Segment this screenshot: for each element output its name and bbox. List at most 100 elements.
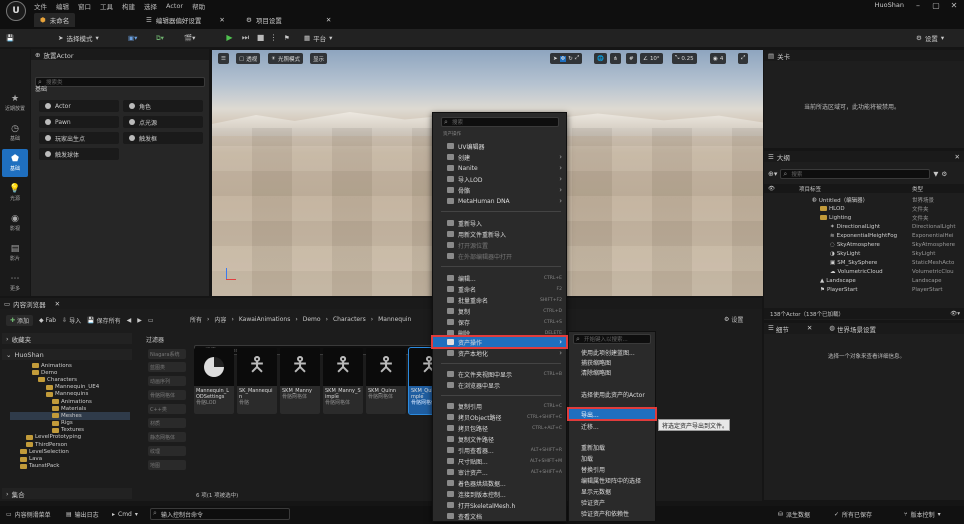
menu-item[interactable]: 拷贝包路径 CTRL+ALT+C — [433, 423, 566, 433]
platform-button[interactable]: ▦ 平台 ▾ — [304, 31, 332, 45]
favorites-header[interactable]: › 收藏夹 — [2, 333, 132, 344]
console-input[interactable]: 输入控制台命令 — [150, 508, 290, 520]
asset-tile[interactable]: 🯅 SK_Mannequin 骨骼 — [237, 348, 277, 414]
tree-item[interactable]: Lava — [10, 455, 130, 462]
submenu-item[interactable]: 验证资产和依赖性 — [569, 508, 655, 518]
tree-item[interactable]: Textures — [10, 427, 130, 434]
menu-item[interactable]: 连接到版本控制... — [433, 489, 566, 499]
breadcrumb-item[interactable]: KawaiAnimations — [239, 316, 290, 323]
surface-snap-button[interactable]: ⋔ — [610, 53, 621, 64]
tab-world-settings[interactable]: ◍ 世界场景设置 — [829, 324, 876, 334]
menu-help[interactable]: 帮助 — [192, 1, 205, 11]
tree-item[interactable]: Mannequins — [10, 391, 130, 398]
gear-icon[interactable]: ⚙ — [941, 170, 947, 178]
lit-mode-button[interactable]: ☀ 光照模式 — [268, 53, 303, 64]
nav-more[interactable]: ⋯ 更多 — [2, 269, 28, 297]
unreal-logo-icon[interactable]: U — [6, 1, 26, 21]
folder-icon[interactable]: ▭ — [148, 317, 154, 324]
menu-item-disabled[interactable]: 在外部编辑器中打开 — [433, 251, 566, 261]
menu-item[interactable]: 打开SkeletalMesh.h — [433, 500, 566, 510]
asset-tile[interactable]: Mannequin_LODSettings 骨骼LOD — [194, 348, 234, 414]
tree-item[interactable]: Demo — [10, 369, 130, 376]
fab-button[interactable]: ◆ Fab — [39, 317, 56, 324]
save-all-button[interactable]: 💾 保存所有 — [87, 316, 121, 325]
breadcrumb-item[interactable]: 所有 — [190, 315, 202, 324]
filter-item[interactable]: 材质 — [148, 418, 186, 428]
grid-snap-button[interactable]: # — [626, 53, 637, 64]
menu-item[interactable]: 创建 › — [433, 152, 566, 162]
menu-select[interactable]: 选择 — [144, 1, 157, 11]
point-light-item[interactable]: 点光源 — [123, 116, 203, 128]
collections-header[interactable]: › 集合 — [2, 488, 132, 499]
menu-item[interactable]: 拷贝Object路径 CTRL+SHIFT+C — [433, 412, 566, 422]
menu-item[interactable]: 复制文件路径 — [433, 434, 566, 444]
submenu-search-input[interactable]: 开始键入以搜索... — [573, 334, 651, 344]
cmd-button[interactable]: ▸ Cmd ▾ — [112, 508, 138, 520]
menu-item[interactable]: 编辑... CTRL+E — [433, 273, 566, 283]
menu-item[interactable]: 骨骼 › — [433, 185, 566, 195]
menu-window[interactable]: 窗口 — [78, 1, 91, 11]
export-menu-item[interactable]: 导出... — [567, 407, 657, 421]
menu-item[interactable]: 导入LOD › — [433, 174, 566, 184]
outliner-row[interactable]: ◌ SkyAtmosphere SkyAtmosphere — [764, 240, 964, 249]
blueprint-icon[interactable]: ⧉▾ — [156, 31, 164, 45]
menu-item[interactable]: 重新导入 — [433, 218, 566, 228]
submenu-item[interactable]: 清除缩略图 — [569, 367, 655, 377]
forward-icon[interactable]: ▶ — [137, 317, 142, 324]
filter-item[interactable]: 地图 — [148, 460, 186, 470]
submenu-item[interactable]: 捕获缩略图 — [569, 357, 655, 367]
back-icon[interactable]: ◀ — [127, 317, 132, 324]
breadcrumb-item[interactable]: Demo — [303, 316, 321, 323]
filter-item[interactable]: C++类 — [148, 404, 186, 414]
outliner-row[interactable]: HLOD 文件夹 — [764, 204, 964, 213]
outliner-row[interactable]: ✶ DirectionalLight DirectionalLight — [764, 222, 964, 231]
submenu-item[interactable]: 加载 — [569, 453, 655, 463]
filter-item[interactable]: Niagara系统 — [148, 349, 186, 359]
filter-icon[interactable]: ▼ — [933, 170, 938, 178]
menu-file[interactable]: 文件 — [34, 1, 47, 11]
filter-item[interactable]: 蓝图类 — [148, 362, 186, 372]
angle-snap-button[interactable]: ∠ 10° — [640, 53, 663, 64]
menu-tools[interactable]: 工具 — [100, 1, 113, 11]
menu-item[interactable]: 在浏览器中显示 — [433, 380, 566, 390]
derived-data-button[interactable]: ⛁ 派生数据 — [778, 508, 810, 520]
menu-item[interactable]: 批量重命名 SHIFT+F2 — [433, 295, 566, 305]
filter-item[interactable]: 纹理 — [148, 446, 186, 456]
pawn-item[interactable]: Pawn — [39, 116, 119, 128]
tree-item[interactable]: LevelSelection — [10, 448, 130, 455]
eye-icon[interactable]: 👁 — [768, 186, 775, 192]
submenu-item[interactable]: 选择使用此资产的Actor — [569, 389, 655, 399]
content-drawer-button[interactable]: ▭ 内容侧滑菜单 — [6, 508, 51, 520]
outliner-row[interactable]: ⚑ PlayerStart PlayerStart — [764, 285, 964, 294]
submenu-item[interactable]: 替换引用 — [569, 464, 655, 474]
asset-tile[interactable]: 🯅 SKM_Quinn 骨骼网格体 — [366, 348, 406, 414]
save-icon[interactable]: 💾 — [6, 31, 14, 45]
menu-item[interactable]: 复制引用 CTRL+C — [433, 401, 566, 411]
actor-search-input[interactable]: 搜索类 — [35, 77, 205, 87]
asset-tile[interactable]: 🯅 SKM_Manny 骨骼网格体 — [280, 348, 320, 414]
cinematics-icon[interactable]: 🎬▾ — [184, 31, 195, 45]
stop-icon[interactable]: ■ — [255, 31, 266, 44]
context-search-input[interactable]: 搜索 — [441, 117, 559, 127]
project-header[interactable]: ⌄ HuoShan — [2, 349, 132, 360]
tree-item[interactable]: Characters — [10, 376, 130, 383]
add-button[interactable]: ✚ 添加 — [6, 315, 34, 326]
add-content-icon[interactable]: ▣▾ — [128, 31, 137, 45]
outliner-row[interactable]: ▣ SM_SkySphere StaticMeshActo — [764, 258, 964, 267]
outliner-row[interactable]: ☁ VolumetricCloud VolumetricClou — [764, 267, 964, 276]
tree-item[interactable]: Materials — [10, 405, 130, 412]
breadcrumb-item[interactable]: Characters — [333, 316, 366, 323]
submenu-item[interactable]: 使用此项创建蓝图... — [569, 347, 655, 357]
close-icon[interactable]: ✕ — [807, 324, 812, 334]
play-options-icon[interactable]: ⋮ — [268, 31, 279, 44]
outliner-row[interactable]: ◑ SkyLight SkyLight — [764, 249, 964, 258]
menu-item[interactable]: 尺寸贴图... ALT+SHIFT+M — [433, 456, 566, 466]
col-type[interactable]: 类型 — [912, 185, 923, 193]
close-icon[interactable]: ✕ — [946, 0, 962, 11]
outliner-row[interactable]: ▲ Landscape Landscape — [764, 276, 964, 285]
menu-item[interactable]: 查看文档 — [433, 511, 566, 521]
filter-item[interactable]: 动画序列 — [148, 376, 186, 386]
show-button[interactable]: 显示 — [310, 53, 328, 64]
tree-item-selected[interactable]: Meshes — [10, 412, 130, 420]
outliner-row[interactable]: ≋ ExponentialHeightFog ExponentialHei — [764, 231, 964, 240]
